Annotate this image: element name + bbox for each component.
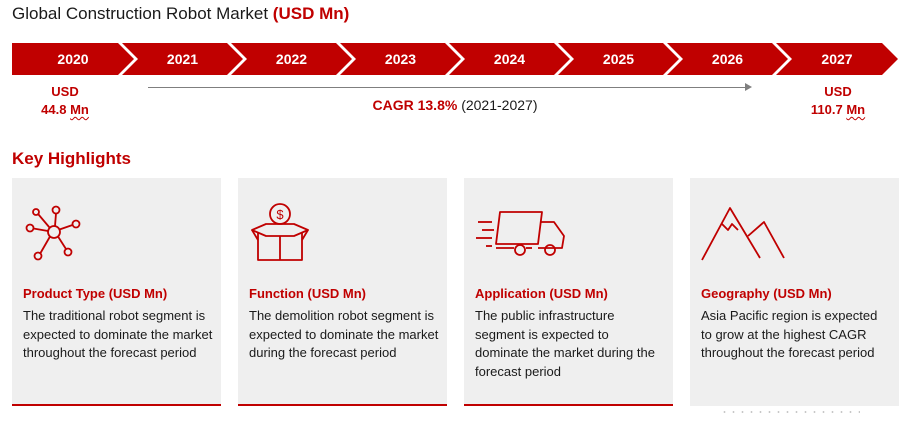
cagr-arrow-head-icon bbox=[745, 83, 752, 91]
page-title: Global Construction Robot Market (USD Mn… bbox=[12, 3, 349, 25]
cagr-arrow-line bbox=[148, 87, 748, 88]
cagr-label: CAGR 13.8% (2021-2027) bbox=[300, 96, 610, 114]
highlight-card-application: Application (USD Mn) The public infrastr… bbox=[464, 178, 673, 406]
start-value-prefix: USD bbox=[51, 84, 79, 99]
start-value-amount-line: 44.8 Mn bbox=[30, 101, 100, 119]
money-box-icon: $ bbox=[248, 200, 312, 264]
start-market-value: USD 44.8 Mn bbox=[30, 83, 100, 119]
dotted-divider bbox=[720, 411, 860, 413]
timeline-year-2021: 2021 bbox=[122, 43, 243, 75]
card-title: Application (USD Mn) bbox=[475, 286, 608, 301]
cagr-value: CAGR 13.8% bbox=[372, 97, 458, 113]
card-text: The traditional robot segment is expecte… bbox=[23, 308, 213, 360]
key-highlights-heading: Key Highlights bbox=[12, 149, 132, 168]
delivery-truck-icon bbox=[474, 200, 570, 264]
highlight-card-geography: Geography (USD Mn) Asia Pacific region i… bbox=[690, 178, 899, 406]
start-value-amount: 44.8 bbox=[41, 102, 67, 117]
end-value-amount-line: 110.7 Mn bbox=[798, 101, 878, 119]
title-unit: (USD Mn) bbox=[272, 4, 350, 23]
start-value-unit: Mn bbox=[70, 102, 89, 117]
highlight-card-function: $ Function (USD Mn) The demolition robot… bbox=[238, 178, 447, 406]
timeline-year-2026: 2026 bbox=[667, 43, 788, 75]
card-title: Function (USD Mn) bbox=[249, 286, 366, 301]
end-market-value: USD 110.7 Mn bbox=[798, 83, 878, 119]
mountains-icon bbox=[700, 200, 796, 264]
end-value-unit: Mn bbox=[846, 102, 866, 117]
timeline-year-2020: 2020 bbox=[12, 43, 134, 75]
card-title: Geography (USD Mn) bbox=[701, 286, 832, 301]
card-text: Asia Pacific region is expected to grow … bbox=[701, 308, 878, 360]
timeline-year-2025: 2025 bbox=[558, 43, 679, 75]
timeline-year-2024: 2024 bbox=[449, 43, 570, 75]
timeline-year-2027: 2027 bbox=[776, 43, 898, 75]
timeline-year-2023: 2023 bbox=[340, 43, 461, 75]
card-text: The demolition robot segment is expected… bbox=[249, 308, 439, 360]
end-value-amount: 110.7 bbox=[810, 102, 843, 117]
highlight-card-product-type: Product Type (USD Mn) The traditional ro… bbox=[12, 178, 221, 406]
network-nodes-icon bbox=[22, 200, 86, 264]
svg-text:$: $ bbox=[276, 207, 284, 222]
card-title: Product Type (USD Mn) bbox=[23, 286, 168, 301]
title-main: Global Construction Robot Market bbox=[12, 4, 273, 23]
timeline-year-2022: 2022 bbox=[231, 43, 352, 75]
end-value-prefix: USD bbox=[824, 84, 852, 99]
card-text: The public infrastructure segment is exp… bbox=[475, 308, 655, 379]
cagr-range: (2021-2027) bbox=[457, 97, 538, 113]
year-timeline: 2020 2021 2022 2023 2024 2025 2026 2027 bbox=[12, 43, 900, 75]
